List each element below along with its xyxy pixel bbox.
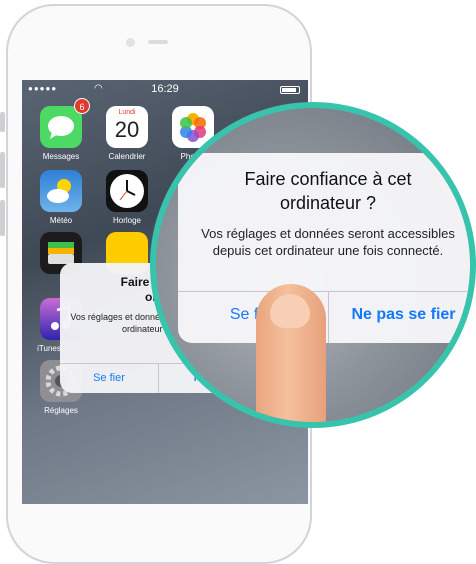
volume-up-button (0, 152, 5, 188)
magnified-alert-message: Vos réglages et données seront accessibl… (201, 226, 455, 258)
earpiece-speaker (148, 40, 168, 44)
messages-app-icon[interactable] (40, 106, 82, 148)
mute-switch (0, 112, 5, 132)
volume-down-button (0, 200, 5, 236)
calendar-app-icon[interactable]: Lundi 20 (106, 106, 148, 148)
clock-app-icon[interactable] (106, 170, 148, 212)
weather-app-icon[interactable] (40, 170, 82, 212)
sun-cloud-icon (47, 179, 71, 203)
calendar-day-number: 20 (114, 117, 140, 142)
magnifier-circle: Faire confiance à cet ordinateur ? Vos r… (150, 102, 476, 428)
fingernail (270, 294, 310, 328)
status-bar: ●●●●● ◠ 16:29 (22, 80, 308, 100)
status-time: 16:29 (151, 83, 179, 95)
battery-icon (280, 86, 300, 94)
app-label-weather: Météo (49, 216, 73, 225)
app-label-settings: Réglages (44, 406, 78, 415)
app-label-messages: Messages (42, 152, 80, 161)
clock-icon (110, 174, 144, 208)
trust-button[interactable]: Se fier (60, 364, 158, 393)
app-label-clock: Horloge (112, 216, 141, 225)
front-camera (126, 38, 135, 47)
calendar-day-name: Lundi (118, 109, 136, 116)
messages-badge: 6 (74, 98, 90, 114)
app-label-calendar: Calendrier (108, 152, 146, 161)
magnified-view: Faire confiance à cet ordinateur ? Vos r… (156, 108, 470, 422)
finger-tap-illustration (256, 284, 326, 422)
speech-bubble-icon (48, 116, 74, 139)
magnified-dont-trust-button[interactable]: Ne pas se fier (329, 292, 470, 342)
magnified-title-line2: ordinateur ? (279, 193, 377, 213)
magnified-title-line1: Faire confiance à cet (244, 169, 412, 189)
magnified-alert-title: Faire confiance à cet ordinateur ? (178, 167, 470, 215)
